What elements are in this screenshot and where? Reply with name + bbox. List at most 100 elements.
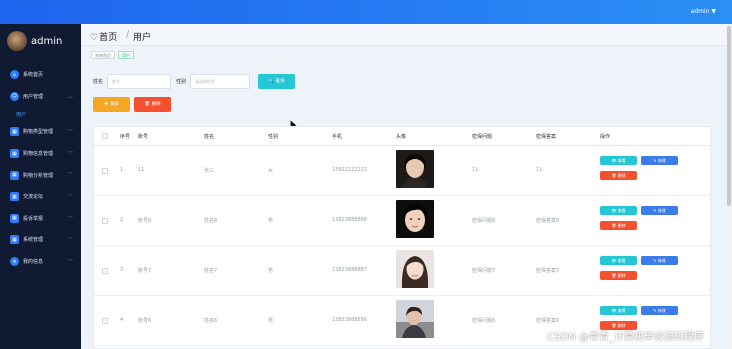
title-separator: / — [126, 30, 130, 40]
grid-icon: ▦ — [10, 170, 19, 180]
cell-name: 姓名8 — [204, 218, 218, 224]
sidebar-item-complaints[interactable]: ▦ 投诉举报 ﹀ — [0, 208, 81, 230]
sidebar-menu: ⌂ 系统首页 ☺ 用户管理 ︿ 用户 ▦ 购物类型管理 ﹀ ▦ 购物信息管理 ﹀… — [0, 64, 81, 272]
column-header: 姓名 — [204, 134, 215, 140]
cell-gender: 男 — [268, 268, 274, 274]
page-title-home[interactable]: ♡首页 — [90, 30, 117, 43]
row-delete-button[interactable]: 🗑 删除 — [600, 271, 637, 280]
sidebar-item-label: 购物信息管理 — [23, 151, 54, 158]
chevron-down-icon: ﹀ — [67, 215, 73, 222]
avatar — [7, 31, 27, 51]
cell-answer: 密保答案8 — [536, 218, 560, 224]
column-header: 密保答案 — [536, 134, 557, 140]
column-header: 序号 — [120, 134, 131, 140]
cell-answer: 密保答案6 — [536, 318, 560, 324]
user-table: 序号 账号 姓名 性别 手机 头像 密保问题 密保答案 操作 1 11 张三 女… — [93, 126, 711, 349]
column-header: 密保问题 — [472, 134, 493, 140]
column-header: 账号 — [138, 134, 149, 140]
page-title: 用户 — [133, 33, 152, 43]
cell-question: 密保问题8 — [472, 218, 496, 224]
search-button[interactable]: 🔍 查询 — [258, 74, 295, 89]
table-row[interactable]: 1 11 张三 女 13922222222 11 11 👁 查看 ✎ 修改 🗑 … — [94, 146, 710, 196]
avatar-photo — [396, 250, 434, 288]
view-button[interactable]: 👁 查看 — [600, 256, 637, 265]
sidebar-item-label: 购物分析管理 — [23, 172, 54, 179]
edit-button[interactable]: ✎ 修改 — [641, 256, 678, 265]
chevron-down-icon: ﹀ — [67, 150, 73, 157]
cell-gender: 男 — [268, 218, 274, 224]
name-label: 姓名 — [93, 79, 104, 85]
edit-button[interactable]: ✎ 修改 — [641, 206, 678, 215]
cell-question: 密保问题7 — [472, 268, 496, 274]
cell-answer: 密保答案7 — [536, 268, 560, 274]
table-row[interactable]: 2 账号8 姓名8 男 13823888888 密保问题8 密保答案8 👁 查看… — [94, 196, 710, 246]
row-checkbox[interactable] — [102, 218, 108, 224]
sidebar-item-label: 我的信息 — [23, 259, 44, 266]
name-input[interactable]: 姓名 — [107, 74, 171, 89]
chevron-down-icon: ﹀ — [67, 172, 73, 179]
row-delete-button[interactable]: 🗑 删除 — [600, 171, 637, 180]
cell-index: 1 — [120, 167, 124, 173]
home-icon: ⌂ — [10, 70, 19, 80]
row-checkbox[interactable] — [102, 318, 108, 324]
add-button[interactable]: ✚ 添加 — [93, 97, 130, 112]
chevron-down-icon: ﹀ — [67, 237, 73, 244]
select-all-checkbox[interactable] — [102, 133, 108, 139]
view-button[interactable]: 👁 查看 — [600, 206, 637, 215]
cell-index: 4 — [120, 317, 124, 323]
edit-button[interactable]: ✎ 修改 — [641, 156, 678, 165]
sidebar-subitem-user[interactable]: 用户 — [0, 107, 81, 121]
sidebar-item-shopping-type[interactable]: ▦ 购物类型管理 ﹀ — [0, 121, 81, 143]
cell-account: 账号7 — [138, 268, 152, 274]
cell-phone: 13823888888 — [332, 217, 367, 223]
gender-select-placeholder: 请选择性别 — [195, 79, 215, 84]
cell-phone: 13823888887 — [332, 267, 367, 273]
cell-name: 张三 — [204, 168, 215, 174]
cell-gender: 男 — [268, 318, 274, 324]
user-menu[interactable]: admin ▼ — [691, 8, 716, 15]
sidebar-item-label: 购物类型管理 — [23, 129, 54, 136]
search-bar: 姓名 姓名 性别 请选择性别 ⌄ 🔍 查询 — [81, 74, 726, 90]
sidebar-item-my-info[interactable]: ≡ 我的信息 ﹀ — [0, 251, 81, 273]
sidebar-item-system[interactable]: ▦ 系统管理 ﹀ — [0, 229, 81, 251]
gender-select[interactable]: 请选择性别 ⌄ — [190, 74, 250, 89]
row-checkbox[interactable] — [102, 268, 108, 274]
sidebar-item-forum[interactable]: ▦ 交流论坛 ﹀ — [0, 186, 81, 208]
edit-button[interactable]: ✎ 修改 — [641, 306, 678, 315]
cell-account: 账号8 — [138, 218, 152, 224]
table-row[interactable]: 3 账号7 姓名7 男 13823888887 密保问题7 密保答案7 👁 查看… — [94, 246, 710, 296]
row-delete-button[interactable]: 🗑 删除 — [600, 221, 637, 230]
grid-icon: ▦ — [10, 127, 19, 137]
avatar-photo — [396, 200, 434, 238]
sidebar-item-shopping-analysis[interactable]: ▦ 购物分析管理 ﹀ — [0, 164, 81, 186]
document-icon: ≡ — [10, 257, 19, 267]
breadcrumb-home[interactable]: 系统首页 — [91, 51, 115, 59]
sidebar-item-label: 系统管理 — [23, 237, 44, 244]
profile-username: admin — [31, 35, 63, 47]
chevron-down-icon: ﹀ — [67, 258, 73, 265]
chevron-up-icon: ︿ — [67, 93, 73, 100]
breadcrumb-current[interactable]: 用户 — [118, 51, 134, 59]
chevron-down-icon: ﹀ — [67, 193, 73, 200]
page-title-bar: ♡首页 / 用户 — [81, 24, 726, 46]
sidebar-item-label: 用户 — [16, 111, 27, 118]
sidebar-item-user-management[interactable]: ☺ 用户管理 ︿ — [0, 86, 81, 108]
delete-button[interactable]: 🗑 删除 — [134, 97, 171, 112]
row-checkbox[interactable] — [102, 168, 108, 174]
cell-answer: 11 — [536, 167, 543, 173]
table-header: 序号 账号 姓名 性别 手机 头像 密保问题 密保答案 操作 — [94, 127, 710, 146]
grid-icon: ▦ — [10, 192, 19, 202]
view-button[interactable]: 👁 查看 — [600, 306, 637, 315]
scrollbar-thumb[interactable] — [727, 26, 731, 206]
sidebar-item-home[interactable]: ⌂ 系统首页 — [0, 64, 81, 86]
cell-question: 11 — [472, 167, 479, 173]
sidebar-item-label: 投诉举报 — [23, 215, 44, 222]
cell-index: 3 — [120, 267, 124, 273]
watermark: CSDN @青青_计算机毕设源码程序 — [547, 332, 704, 343]
top-bar: admin ▼ — [0, 0, 732, 24]
main-content: ♡首页 / 用户 系统首页 用户 姓名 姓名 性别 请选择性别 ⌄ 🔍 查询 ✚… — [81, 24, 726, 349]
vertical-scrollbar[interactable] — [726, 24, 732, 349]
grid-icon: ▦ — [10, 149, 19, 159]
view-button[interactable]: 👁 查看 — [600, 156, 637, 165]
sidebar-item-shopping-info[interactable]: ▦ 购物信息管理 ﹀ — [0, 143, 81, 165]
